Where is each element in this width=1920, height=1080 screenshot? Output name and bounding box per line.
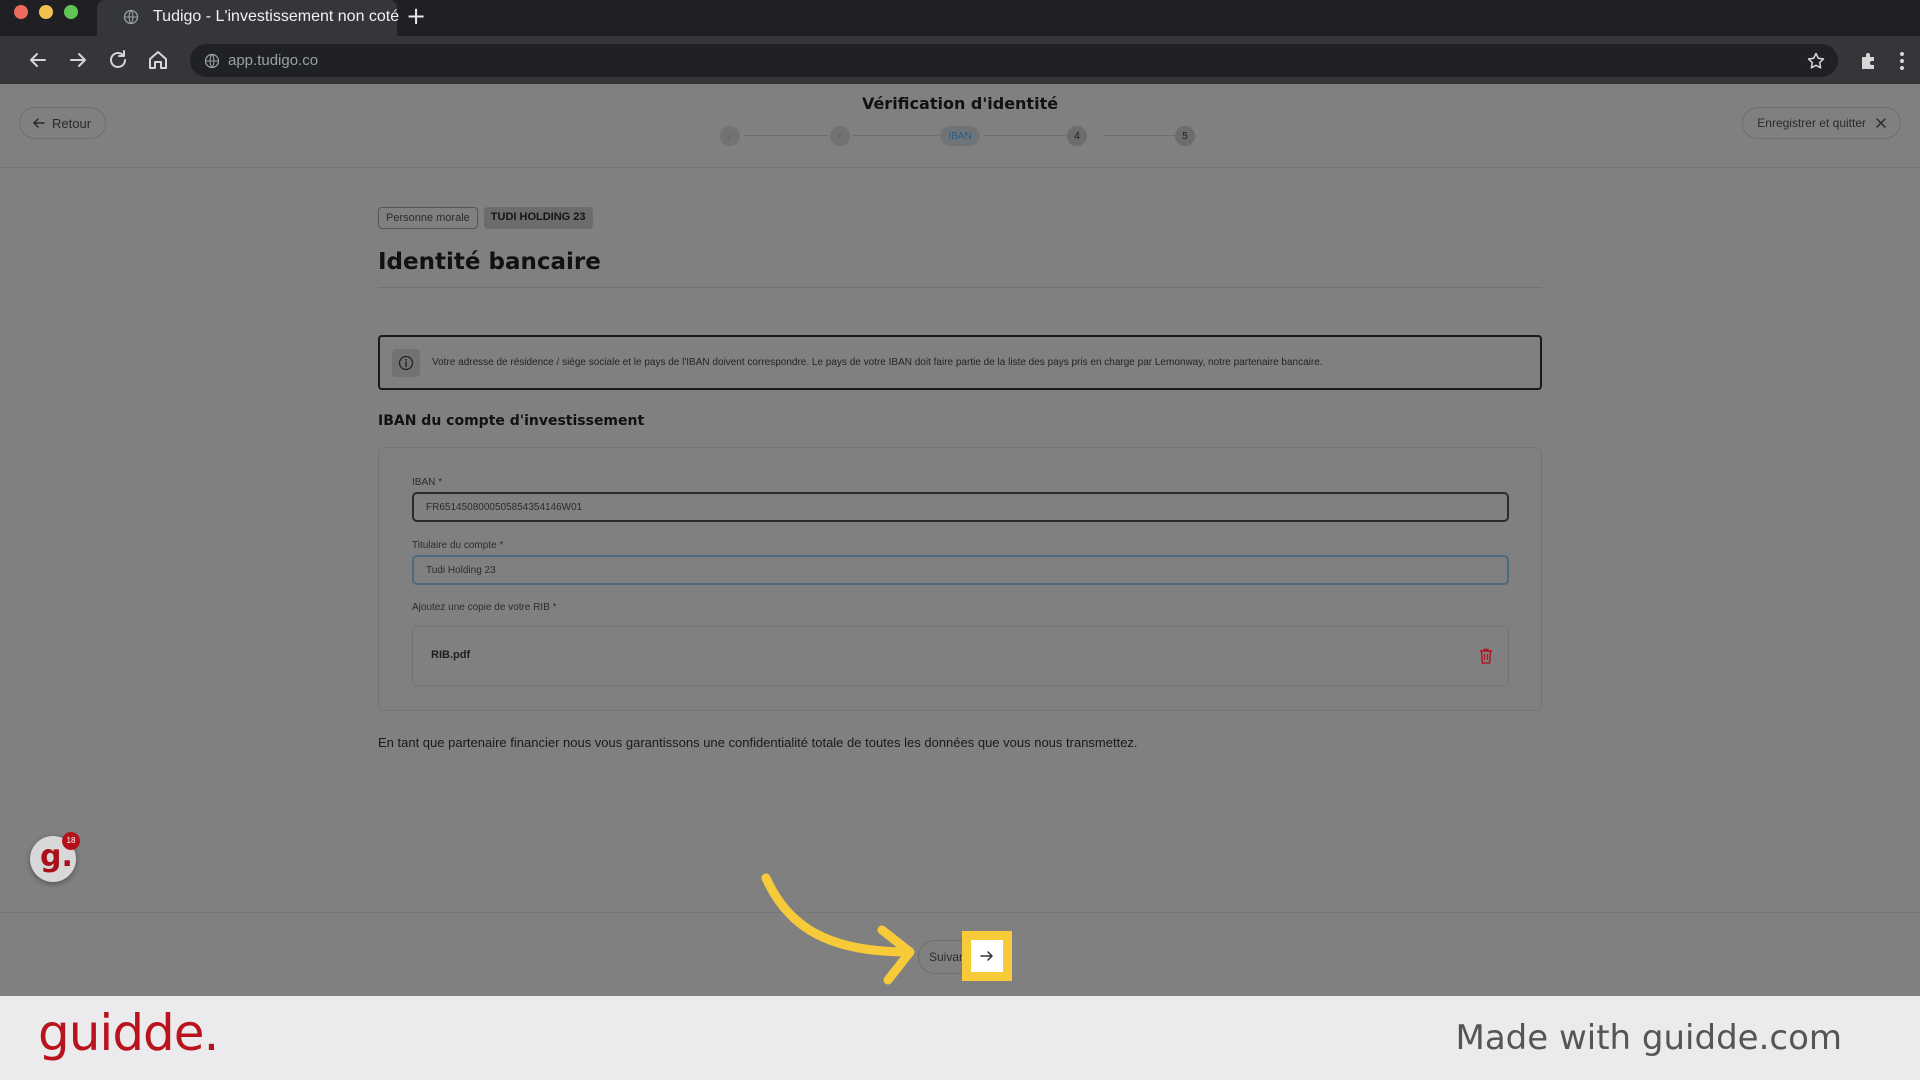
browser-toolbar: app.tudigo.co: [0, 36, 1920, 84]
info-banner: Votre adresse de résidence / siège socia…: [378, 335, 1542, 390]
info-icon: [392, 349, 420, 377]
trash-icon[interactable]: [1478, 647, 1494, 665]
browser-titlebar: Tudigo - L'investissement non coté +: [0, 0, 1920, 36]
tab-title: Tudigo - L'investissement non coté: [153, 8, 400, 25]
back-label: Retour: [52, 115, 92, 131]
address-bar[interactable]: app.tudigo.co: [190, 44, 1838, 77]
entity-name-chip: TUDI HOLDING 23: [483, 207, 593, 229]
notification-badge: 18: [62, 832, 80, 850]
progress-stepper: ✓ ✓ IBAN 4 5: [720, 124, 1200, 148]
curved-pointer-arrow-icon: [761, 873, 915, 985]
forward-arrow-icon[interactable]: [66, 48, 90, 72]
entity-type-chip: Personne morale: [378, 207, 478, 229]
step-connector: [744, 135, 828, 136]
step-2: ✓: [830, 126, 850, 146]
home-icon[interactable]: [146, 48, 170, 72]
guidde-avatar[interactable]: g. 18: [30, 832, 80, 882]
section-divider: [378, 287, 1542, 288]
section-title: Identité bancaire: [378, 249, 601, 275]
browser-menu-icon[interactable]: [1898, 51, 1906, 71]
bookmark-star-icon[interactable]: [1806, 51, 1826, 71]
save-and-quit-label: Enregistrer et quitter: [1757, 116, 1866, 130]
page-title: Vérification d'identité: [861, 94, 1059, 113]
next-arrow-button[interactable]: [971, 940, 1003, 972]
browser-tab[interactable]: Tudigo - L'investissement non coté: [97, 0, 400, 36]
app-page: Retour Vérification d'identité ✓ ✓ IBAN …: [0, 84, 1920, 996]
info-text: Votre adresse de résidence / siège socia…: [432, 357, 1323, 368]
guidde-footer: guidde. Made with guidde.com: [0, 996, 1920, 1080]
iban-form-card: IBAN * FR6514508000505854354146W01 Titul…: [378, 447, 1542, 711]
url-text: app.tudigo.co: [228, 52, 319, 69]
close-icon: [1876, 118, 1886, 128]
rib-file-name: RIB.pdf: [431, 649, 471, 661]
reload-icon[interactable]: [106, 48, 130, 72]
iban-label: IBAN *: [412, 477, 443, 488]
save-and-quit-button[interactable]: Enregistrer et quitter: [1742, 107, 1901, 139]
globe-icon: [123, 9, 139, 25]
rib-file-item: RIB.pdf: [412, 626, 1509, 686]
step-connector: [853, 135, 953, 136]
iban-input[interactable]: FR6514508000505854354146W01: [412, 492, 1509, 522]
maximize-window-button[interactable]: [64, 5, 78, 19]
close-window-button[interactable]: [14, 5, 28, 19]
bottom-action-bar: Suivant: [0, 912, 1920, 996]
subsection-title: IBAN du compte d'investissement: [378, 413, 645, 429]
click-highlight: [962, 931, 1012, 981]
arrow-right-icon: [980, 951, 993, 961]
entity-chips: Personne morale TUDI HOLDING 23: [378, 207, 1542, 229]
app-header: Retour Vérification d'identité ✓ ✓ IBAN …: [0, 84, 1920, 168]
account-holder-label: Titulaire du compte *: [412, 540, 504, 551]
arrow-left-icon: [33, 118, 45, 128]
step-1: ✓: [720, 126, 740, 146]
extensions-puzzle-icon[interactable]: [1858, 50, 1880, 72]
step-4: 4: [1067, 126, 1087, 146]
main-content: Personne morale TUDI HOLDING 23 Identité …: [378, 207, 1542, 750]
account-holder-input[interactable]: Tudi Holding 23: [412, 555, 1509, 585]
made-with-guidde-text: Made with guidde.com: [1455, 1018, 1842, 1058]
rib-upload-label: Ajoutez une copie de votre RIB *: [412, 602, 557, 613]
back-arrow-icon[interactable]: [26, 48, 50, 72]
new-tab-button[interactable]: +: [406, 4, 426, 28]
guidde-logo: guidde.: [38, 1004, 219, 1062]
minimize-window-button[interactable]: [39, 5, 53, 19]
site-info-icon[interactable]: [204, 53, 220, 69]
step-3-current: IBAN: [940, 126, 980, 146]
confidentiality-note: En tant que partenaire financier nous vo…: [378, 735, 1138, 750]
step-5: 5: [1175, 126, 1195, 146]
